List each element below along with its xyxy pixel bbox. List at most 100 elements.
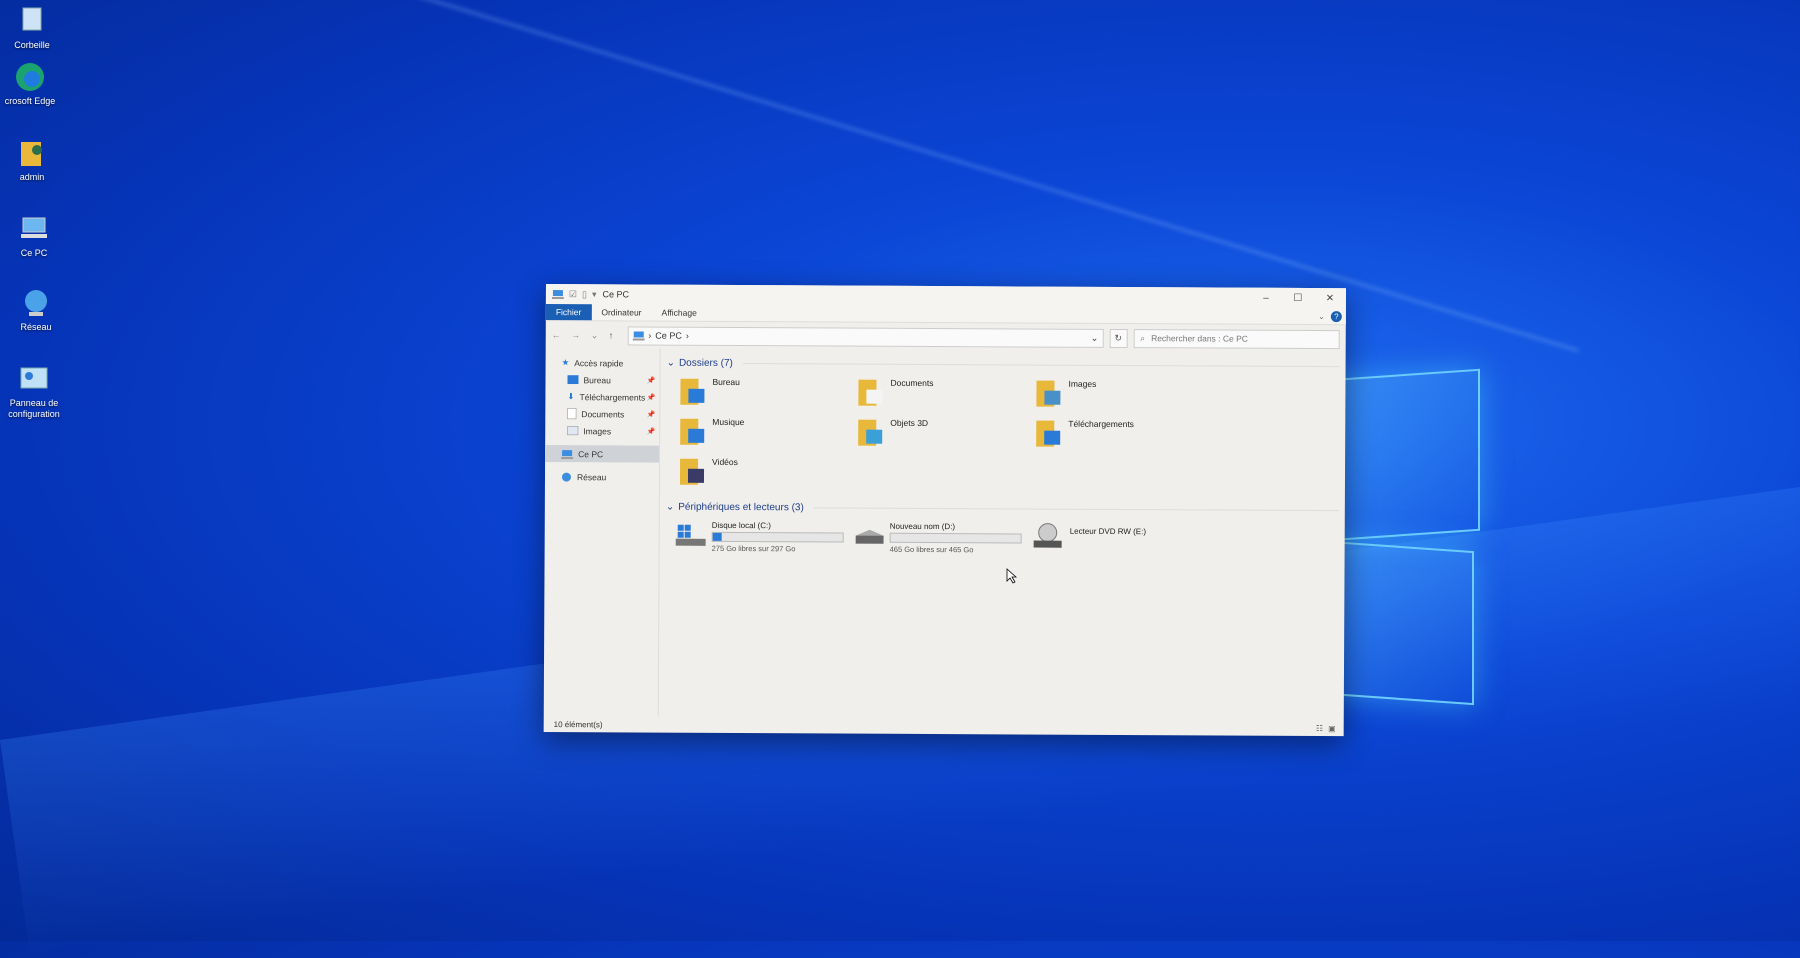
network-icon: [25, 290, 47, 316]
desktop-icon-label: crosoft Edge: [4, 96, 56, 106]
folder-item[interactable]: Images: [1034, 379, 1212, 414]
computer-icon: [551, 290, 564, 300]
help-icon[interactable]: ?: [1330, 310, 1342, 322]
quick-access-toolbar: ☑ ▯ ▾: [551, 289, 597, 300]
refresh-button[interactable]: ↻: [1109, 328, 1128, 348]
desktop-icon-edge[interactable]: crosoft Edge: [0, 60, 62, 107]
navigation-pane: ★ Accès rapide Bureau 📌 ⬇ Téléchargement…: [543, 347, 661, 717]
back-arrow-icon[interactable]: ←: [552, 330, 561, 340]
file-explorer-window: ☑ ▯ ▾ Ce PC – ☐ ✕ Fichier Ordinateur Aff…: [543, 284, 1346, 737]
section-title: Périphériques et lecteurs (3): [678, 501, 804, 513]
drive-name: Lecteur DVD RW (E:): [1069, 526, 1147, 537]
nav-item-bureau[interactable]: Bureau 📌: [545, 371, 659, 389]
properties-icon[interactable]: ☑: [569, 289, 577, 300]
folder-icon: [1036, 420, 1061, 447]
hard-drive-icon: [855, 529, 884, 544]
up-arrow-icon[interactable]: ↑: [609, 330, 614, 340]
edge-icon: [16, 63, 44, 91]
address-dropdown-chevron-icon[interactable]: ⌄: [1091, 332, 1099, 343]
search-placeholder: Rechercher dans : Ce PC: [1151, 333, 1248, 344]
expand-ribbon-chevron-icon[interactable]: ⌄: [1318, 312, 1325, 321]
folder-icon: [680, 378, 705, 405]
nav-item-label: Images: [583, 425, 612, 436]
drive-name: Nouveau nom (D:): [889, 521, 956, 532]
desktop-icon-this-pc[interactable]: Ce PC: [2, 212, 66, 259]
breadcrumb-separator-icon: ›: [648, 330, 652, 341]
folder-label: Documents: [890, 377, 934, 389]
folder-icon: [679, 458, 705, 485]
drive-usage-bar: [711, 531, 844, 543]
search-icon: ⌕: [1140, 332, 1146, 343]
forward-arrow-icon[interactable]: →: [571, 330, 580, 340]
details-view-icon[interactable]: ☷: [1316, 724, 1323, 733]
windows-drive-icon: [675, 524, 706, 546]
drive-usage-bar: [889, 532, 1022, 544]
folder-label: Vidéos: [712, 456, 738, 468]
network-icon: [561, 472, 571, 482]
nav-item-images[interactable]: Images 📌: [545, 422, 659, 440]
nav-item-telechargements[interactable]: ⬇ Téléchargements 📌: [545, 388, 659, 406]
window-title: Ce PC: [602, 289, 630, 300]
drive-name: Disque local (C:): [711, 520, 771, 531]
drives-list: Disque local (C:) 275 Go libres sur 297 …: [675, 520, 1339, 556]
section-title: Dossiers (7): [678, 357, 733, 369]
item-count: 10 élément(s): [553, 719, 603, 729]
close-button[interactable]: ✕: [1314, 293, 1346, 304]
desktop-icon-control-panel[interactable]: Panneau de configuration: [2, 362, 66, 420]
folder-item[interactable]: Musique: [678, 417, 856, 452]
section-header-folders[interactable]: ⌄ Dossiers (7): [667, 355, 1340, 375]
breadcrumb-separator-icon: ›: [685, 330, 689, 341]
recycle-bin-icon: [22, 7, 42, 31]
pin-icon: 📌: [646, 377, 656, 385]
folder-icon: [680, 418, 705, 445]
star-icon: ★: [561, 357, 570, 368]
drive-free-space: 275 Go libres sur 297 Go: [711, 543, 796, 554]
search-input[interactable]: ⌕ Rechercher dans : Ce PC: [1133, 328, 1340, 349]
folder-item[interactable]: Bureau: [678, 377, 856, 412]
minimize-button[interactable]: –: [1250, 292, 1282, 303]
tab-affichage[interactable]: Affichage: [651, 305, 706, 321]
picture-icon: [567, 426, 579, 436]
computer-icon: [561, 449, 574, 459]
nav-item-label: Téléchargements: [579, 391, 646, 403]
maximize-button[interactable]: ☐: [1282, 292, 1314, 303]
computer-icon: [632, 331, 645, 341]
user-folder-icon: [21, 142, 42, 166]
drive-e[interactable]: Lecteur DVD RW (E:): [1032, 523, 1200, 556]
new-folder-icon[interactable]: ▯: [582, 289, 587, 300]
drive-d[interactable]: Nouveau nom (D:) 465 Go libres sur 465 G…: [854, 522, 1022, 555]
tab-ordinateur[interactable]: Ordinateur: [591, 304, 651, 320]
nav-item-reseau[interactable]: Réseau: [545, 468, 659, 486]
download-arrow-icon: ⬇: [567, 391, 575, 402]
tab-fichier[interactable]: Fichier: [545, 303, 592, 321]
desktop-icon-label: Réseau: [20, 322, 52, 332]
folder-icon: [858, 419, 883, 446]
desktop-icon-label: Corbeille: [14, 40, 50, 50]
folder-item[interactable]: Vidéos: [678, 457, 856, 492]
section-header-devices[interactable]: ⌄ Périphériques et lecteurs (3): [666, 499, 1339, 519]
dvd-drive-icon: [1033, 523, 1062, 548]
nav-item-quick-access[interactable]: ★ Accès rapide: [546, 354, 660, 372]
folder-item[interactable]: Téléchargements: [1034, 419, 1212, 454]
pin-icon: 📌: [646, 394, 656, 402]
folder-label: Musique: [712, 416, 745, 428]
folder-item[interactable]: Documents: [856, 378, 1034, 413]
desktop-icon-label: Panneau de configuration: [8, 398, 60, 419]
drive-c[interactable]: Disque local (C:) 275 Go libres sur 297 …: [675, 520, 844, 554]
large-icons-view-icon[interactable]: ▣: [1328, 724, 1336, 733]
desktop-icon-admin[interactable]: admin: [0, 136, 64, 183]
desktop-icon-network[interactable]: Réseau: [4, 286, 68, 333]
folder-item[interactable]: Objets 3D: [856, 418, 1034, 453]
customize-toolbar-chevron-icon[interactable]: ▾: [592, 289, 597, 300]
nav-item-label: Ce PC: [578, 448, 604, 459]
nav-item-documents[interactable]: Documents 📌: [545, 405, 659, 423]
nav-item-label: Réseau: [576, 471, 607, 482]
nav-item-ce-pc[interactable]: Ce PC: [545, 444, 660, 463]
breadcrumb-ce-pc[interactable]: Ce PC: [655, 331, 682, 341]
control-panel-icon: [20, 367, 48, 389]
desktop-icon-recycle-bin[interactable]: Corbeille: [0, 4, 64, 51]
address-bar[interactable]: › Ce PC › ⌄: [627, 325, 1104, 348]
mouse-cursor-icon: [1006, 568, 1018, 584]
recent-locations-chevron-icon[interactable]: ⌄: [591, 330, 599, 340]
folder-label: Téléchargements: [1068, 418, 1134, 430]
